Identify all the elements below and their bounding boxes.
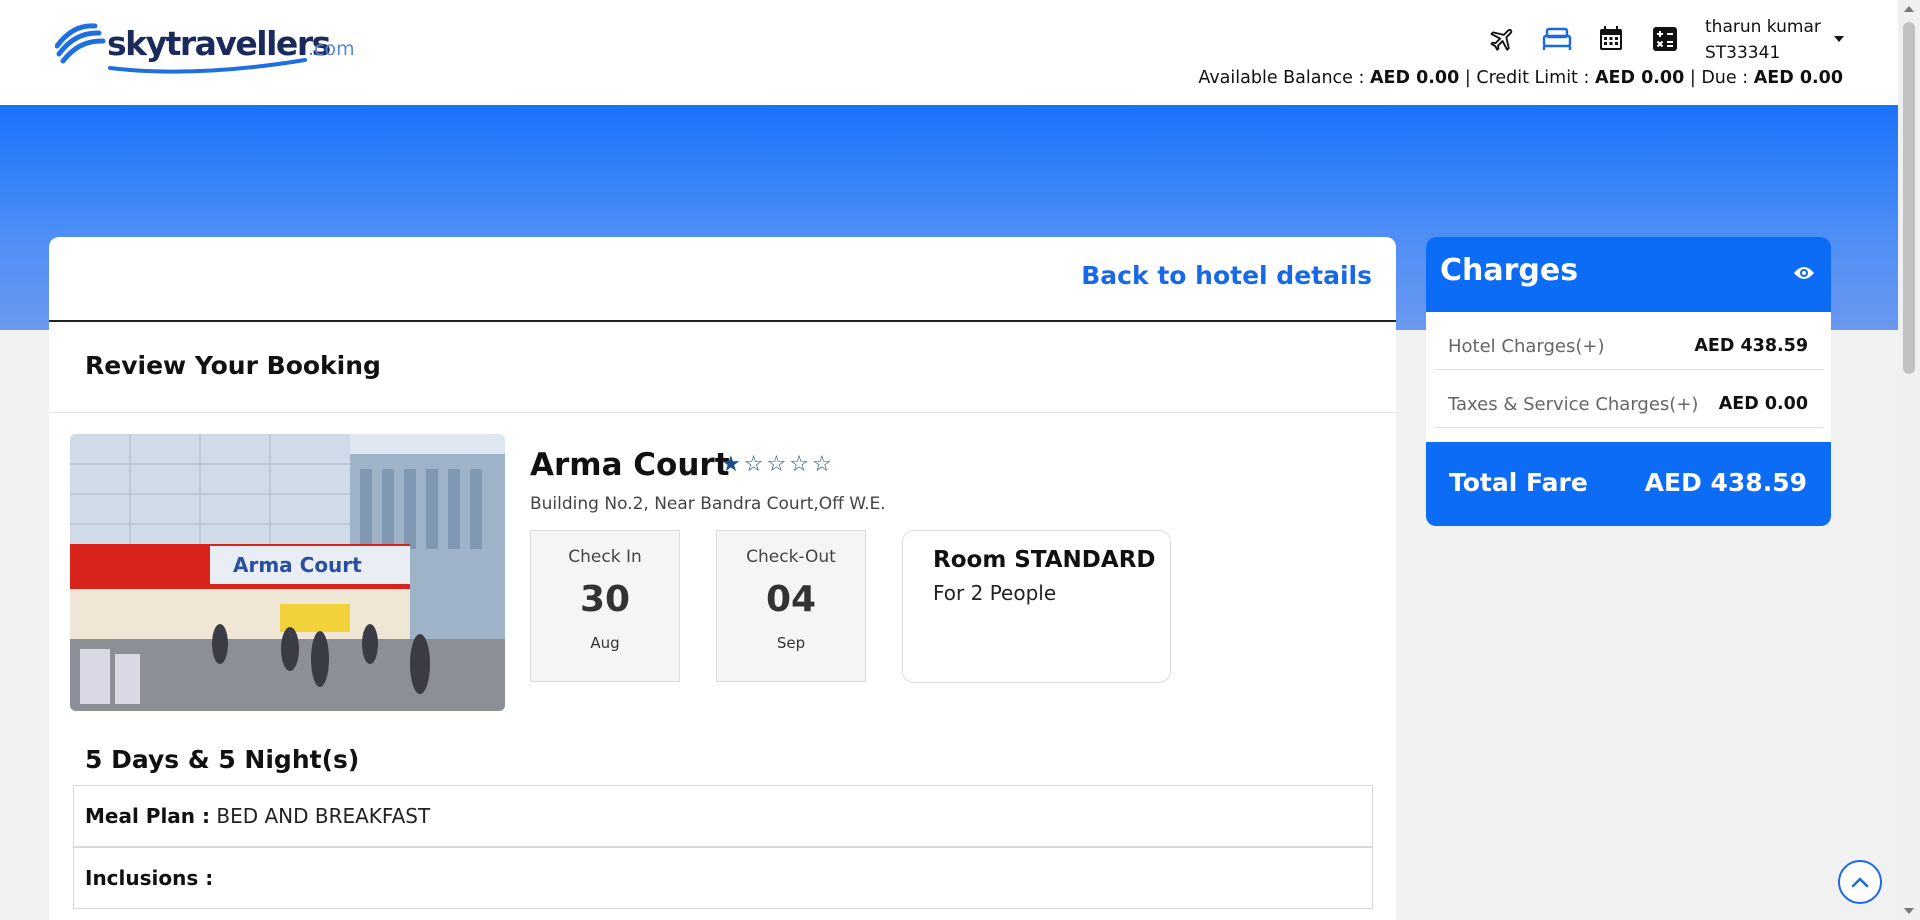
room-box: Room STANDARD For 2 People xyxy=(902,530,1171,683)
divider xyxy=(49,320,1396,322)
star-empty-icon: ☆ xyxy=(789,452,809,477)
site-logo[interactable]: skytravellers .com xyxy=(55,20,355,76)
photo-sign-text: Arma Court xyxy=(233,553,362,577)
check-out-label: Check-Out xyxy=(746,547,836,567)
scroll-to-top-button[interactable] xyxy=(1838,860,1882,904)
meal-plan-label: Meal Plan : xyxy=(85,804,210,828)
check-out-box: Check-Out 04 Sep xyxy=(716,530,866,682)
balance-line: Available Balance : AED 0.00 | Credit Li… xyxy=(1198,68,1843,88)
balance-label: Available Balance : xyxy=(1198,68,1365,88)
total-fare-bar: Total Fare AED 438.59 xyxy=(1426,442,1831,526)
charges-header: Charges xyxy=(1426,237,1831,312)
nav-icons xyxy=(1488,24,1680,54)
room-title: Room STANDARD xyxy=(933,547,1156,573)
credit-value: AED 0.00 xyxy=(1594,68,1685,88)
inclusions-row: Inclusions : xyxy=(73,847,1373,909)
scroll-down-icon[interactable] xyxy=(1904,908,1914,914)
star-rating: ★ ☆ ☆ ☆ ☆ xyxy=(721,452,832,478)
separator: | xyxy=(1464,68,1471,88)
divider xyxy=(49,412,1396,413)
meal-plan-value: BED AND BREAKFAST xyxy=(216,804,431,828)
chevron-up-icon xyxy=(1851,877,1869,888)
logo-tld: .com xyxy=(308,38,355,60)
top-header: skytravellers .com tharun kumar ST33341 … xyxy=(0,0,1898,105)
review-title: Review Your Booking xyxy=(85,351,381,380)
check-out-month: Sep xyxy=(776,634,806,652)
due-value: AED 0.00 xyxy=(1753,68,1843,88)
flight-icon[interactable] xyxy=(1488,24,1518,54)
tax-charges-label: Taxes & Service Charges(+) xyxy=(1448,394,1699,415)
star-empty-icon: ☆ xyxy=(766,452,787,477)
tax-charges-row: Taxes & Service Charges(+) AED 0.00 xyxy=(1434,370,1823,428)
hotel-name: Arma Court xyxy=(530,447,730,483)
calendar-icon[interactable] xyxy=(1596,24,1626,54)
check-in-label: Check In xyxy=(568,547,642,567)
user-name: tharun kumar xyxy=(1705,17,1821,37)
balance-value: AED 0.00 xyxy=(1369,68,1460,88)
hotel-icon[interactable] xyxy=(1542,24,1572,54)
chevron-down-icon[interactable] xyxy=(1834,36,1844,42)
charges-title: Charges xyxy=(1440,253,1579,288)
credit-label: Credit Limit : xyxy=(1476,68,1590,88)
user-id: ST33341 xyxy=(1705,43,1781,63)
total-fare-value: AED 438.59 xyxy=(1644,468,1807,497)
star-filled-icon: ★ xyxy=(721,452,741,477)
star-empty-icon: ☆ xyxy=(811,452,832,477)
back-to-hotel-link[interactable]: Back to hotel details xyxy=(1081,261,1372,290)
calculator-icon[interactable] xyxy=(1650,24,1680,54)
logo-text: skytravellers xyxy=(107,24,331,63)
star-empty-icon: ☆ xyxy=(743,452,764,477)
room-people: For 2 People xyxy=(933,581,1057,605)
scroll-up-icon[interactable] xyxy=(1904,6,1914,12)
inclusions-label: Inclusions : xyxy=(85,866,214,890)
hotel-charges-row: Hotel Charges(+) AED 438.59 xyxy=(1434,312,1823,370)
booking-card: Back to hotel details Review Your Bookin… xyxy=(49,237,1396,920)
hotel-address: Building No.2, Near Bandra Court,Off W.E… xyxy=(530,494,886,514)
tax-charges-value: AED 0.00 xyxy=(1718,394,1808,414)
hotel-charges-label: Hotel Charges(+) xyxy=(1448,336,1605,357)
total-fare-label: Total Fare xyxy=(1449,468,1588,497)
charges-card: Charges Hotel Charges(+) AED 438.59 Taxe… xyxy=(1426,237,1831,526)
scroll-thumb[interactable] xyxy=(1903,22,1915,374)
hotel-charges-value: AED 438.59 xyxy=(1694,336,1808,356)
separator: | xyxy=(1689,68,1696,88)
check-out-day: 04 xyxy=(765,579,817,620)
page-scrollbar[interactable] xyxy=(1898,0,1920,920)
hotel-photo[interactable]: Arma Court xyxy=(70,434,505,711)
check-in-month: Aug xyxy=(590,634,620,652)
stay-duration: 5 Days & 5 Night(s) xyxy=(85,745,360,774)
user-menu[interactable]: tharun kumar ST33341 xyxy=(1705,14,1821,66)
eye-icon[interactable] xyxy=(1793,265,1815,285)
check-in-box: Check In 30 Aug xyxy=(530,530,680,682)
due-label: Due : xyxy=(1701,68,1749,88)
meal-plan-row: Meal Plan : BED AND BREAKFAST xyxy=(73,785,1373,847)
check-in-day: 30 xyxy=(579,579,631,620)
